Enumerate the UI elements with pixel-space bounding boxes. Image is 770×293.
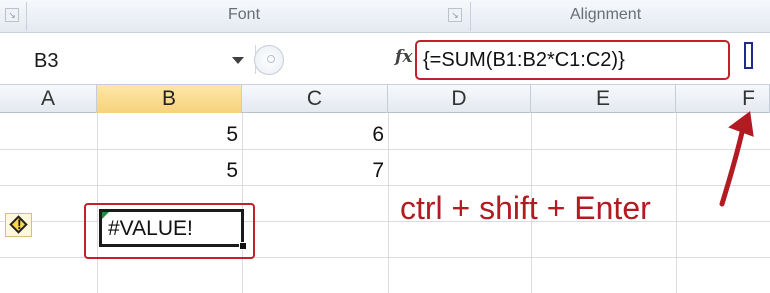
error-warning-icon[interactable]: ! <box>5 213 32 237</box>
annotation-text: ctrl + shift + Enter <box>400 190 651 226</box>
formula-bar-resize-handle[interactable] <box>254 45 284 75</box>
grid-line <box>0 185 770 186</box>
cell-c1[interactable]: 6 <box>242 123 384 147</box>
column-header-f[interactable]: F <box>676 85 770 113</box>
font-dialog-launcher-icon[interactable]: ↘ <box>448 8 462 22</box>
cell-b1[interactable]: 5 <box>97 123 238 147</box>
cell-b2[interactable]: 5 <box>97 159 238 183</box>
name-box-value: B3 <box>34 50 59 72</box>
cell-b3-value: #VALUE! <box>108 217 193 240</box>
column-header-d[interactable]: D <box>388 85 531 113</box>
insert-function-icon[interactable]: fx <box>395 47 412 67</box>
fill-handle[interactable] <box>239 242 247 250</box>
cell-b3-selected[interactable]: #VALUE! <box>99 209 247 250</box>
chevron-down-icon[interactable] <box>232 57 244 64</box>
column-header-a[interactable]: A <box>0 85 97 113</box>
formula-text: {=SUM(B1:B2*C1:C2)} <box>423 49 625 71</box>
grid-line <box>0 149 770 150</box>
name-box[interactable]: B3 <box>0 45 256 74</box>
grid-line <box>388 113 389 293</box>
cell-c2[interactable]: 7 <box>242 159 384 183</box>
handle-dot-icon <box>267 55 275 63</box>
expand-formula-bar-marker[interactable] <box>744 42 753 69</box>
exclamation-icon: ! <box>17 216 22 232</box>
formula-input[interactable]: {=SUM(B1:B2*C1:C2)} <box>415 40 730 80</box>
font-group-label: Font <box>228 6 261 23</box>
alignment-group-label: Alignment <box>570 6 642 23</box>
column-header-b[interactable]: B <box>97 85 242 113</box>
group-divider <box>470 2 471 31</box>
column-header-c[interactable]: C <box>242 85 388 113</box>
worksheet-grid[interactable]: 5 6 5 7 ! #VALUE! <box>0 113 770 293</box>
column-headers: A B C D E F <box>0 85 770 113</box>
ribbon-group-bar: ↘ Font ↘ Alignment <box>0 0 770 33</box>
formula-bar: B3 fx {=SUM(B1:B2*C1:C2)} <box>0 33 770 85</box>
group-divider <box>26 2 27 31</box>
grid-line <box>676 113 677 293</box>
column-header-e[interactable]: E <box>531 85 676 113</box>
clipboard-dialog-launcher-icon[interactable]: ↘ <box>5 8 19 22</box>
